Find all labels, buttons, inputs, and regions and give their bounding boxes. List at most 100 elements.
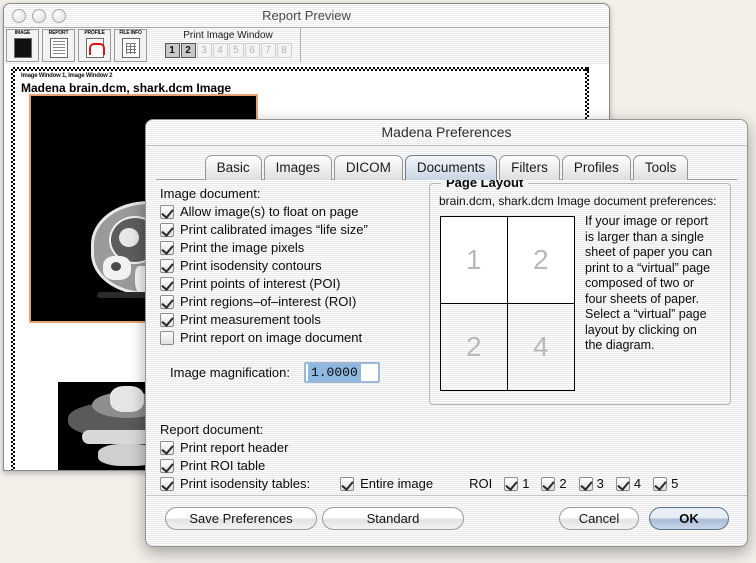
report-document-section: Report document: Print report header Pri… [160, 422, 735, 491]
option-points-of-interest[interactable]: Print points of interest (POI) [160, 276, 418, 291]
label-isodensity-tables: Print isodensity tables: [180, 476, 310, 491]
label-isodensity-contours: Print isodensity contours [180, 258, 322, 273]
checkbox-roi-5[interactable] [653, 477, 667, 491]
option-roi-table[interactable]: Print ROI table [160, 458, 735, 473]
tab-documents[interactable]: Documents [405, 155, 497, 180]
preferences-footer: Save Preferences Standard Cancel OK [146, 495, 747, 546]
checkbox-report-on-image-document[interactable] [160, 331, 174, 345]
label-roi-2: 2 [559, 476, 566, 491]
checkbox-image-pixels[interactable] [160, 241, 174, 255]
checkbox-isodensity-tables[interactable] [160, 477, 174, 491]
label-roi-table: Print ROI table [180, 458, 265, 473]
tab-basic[interactable]: Basic [205, 155, 262, 180]
page-layout-cell-3[interactable]: 2 [441, 304, 508, 391]
ok-button[interactable]: OK [649, 507, 729, 530]
checkbox-roi-2[interactable] [541, 477, 555, 491]
page-button-3[interactable]: 3 [197, 43, 212, 58]
close-button-icon[interactable] [12, 9, 26, 23]
option-report-on-image-document[interactable]: Print report on image document [160, 330, 418, 345]
label-float-on-page: Allow image(s) to float on page [180, 204, 358, 219]
page-button-6[interactable]: 6 [245, 43, 260, 58]
page-layout-cell-4[interactable]: 4 [508, 304, 575, 391]
window-controls[interactable] [12, 9, 66, 23]
page-buttons: 1 2 3 4 5 6 7 8 [156, 43, 300, 58]
page-layout-subtitle: brain.dcm, shark.dcm Image document pref… [439, 194, 716, 208]
preview-titlebar[interactable]: Report Preview [4, 4, 609, 28]
image-document-heading: Image document: [160, 186, 418, 201]
page-button-2[interactable]: 2 [181, 43, 196, 58]
page-navigator-label: Print Image Window [156, 29, 300, 42]
option-measurement-tools[interactable]: Print measurement tools [160, 312, 418, 327]
page-button-8[interactable]: 8 [277, 43, 292, 58]
page-layout-description: If your image or report is larger than a… [585, 214, 713, 354]
toolbar-button-profile[interactable]: PROFILE [78, 29, 111, 62]
option-float-on-page[interactable]: Allow image(s) to float on page [160, 204, 418, 219]
checkbox-points-of-interest[interactable] [160, 277, 174, 291]
sheet-source-line: Image Window 1, Image Window 2 [21, 73, 112, 79]
toolbar-button-file-info-label: FILE INFO [119, 30, 141, 37]
page-button-7[interactable]: 7 [261, 43, 276, 58]
page-button-5[interactable]: 5 [229, 43, 244, 58]
label-entire-image: Entire image [360, 476, 433, 491]
checkbox-roi-3[interactable] [579, 477, 593, 491]
zoom-button-icon[interactable] [52, 9, 66, 23]
page-layout-diagram[interactable]: 1 2 2 4 [440, 216, 575, 391]
cancel-button[interactable]: Cancel [559, 507, 639, 530]
option-image-pixels[interactable]: Print the image pixels [160, 240, 418, 255]
tab-tools[interactable]: Tools [633, 155, 689, 180]
label-image-pixels: Print the image pixels [180, 240, 304, 255]
document-table-icon [122, 38, 140, 58]
minimize-button-icon[interactable] [32, 9, 46, 23]
tab-images[interactable]: Images [264, 155, 332, 180]
sheet-edge-top-icon [11, 67, 589, 71]
option-report-header[interactable]: Print report header [160, 440, 735, 455]
checkbox-measurement-tools[interactable] [160, 313, 174, 327]
tab-profiles[interactable]: Profiles [562, 155, 631, 180]
label-report-header: Print report header [180, 440, 288, 455]
checkbox-calibrated-life-size[interactable] [160, 223, 174, 237]
checkbox-roi-1[interactable] [504, 477, 518, 491]
page-layout-cell-1[interactable]: 1 [441, 217, 508, 304]
roi-checkbox-4-group[interactable]: 4 [616, 476, 641, 491]
label-measurement-tools: Print measurement tools [180, 312, 321, 327]
tab-filters[interactable]: Filters [499, 155, 560, 180]
roi-checkbox-2-group[interactable]: 2 [541, 476, 566, 491]
toolbar-button-image[interactable]: IMAGE [6, 29, 39, 62]
checkbox-roi-4[interactable] [616, 477, 630, 491]
image-magnification-input[interactable]: 1.0000 [304, 362, 380, 383]
preview-toolbar: IMAGE REPORT PROFILE FILE INFO Print Ima… [4, 28, 609, 65]
option-isodensity-contours[interactable]: Print isodensity contours [160, 258, 418, 273]
checkbox-isodensity-contours[interactable] [160, 259, 174, 273]
preview-window-title: Report Preview [4, 4, 609, 27]
image-magnification-row: Image magnification: 1.0000 [170, 362, 418, 383]
toolbar-button-file-info[interactable]: FILE INFO [114, 29, 147, 62]
madena-preferences-dialog[interactable]: Madena Preferences Basic Images DICOM Do… [145, 119, 748, 547]
page-layout-cell-2[interactable]: 2 [508, 217, 575, 304]
option-regions-of-interest[interactable]: Print regions–of–interest (ROI) [160, 294, 418, 309]
roi-checkbox-3-group[interactable]: 3 [579, 476, 604, 491]
checkbox-entire-image[interactable] [340, 477, 354, 491]
page-button-1[interactable]: 1 [165, 43, 180, 58]
label-report-on-image-document: Print report on image document [180, 330, 362, 345]
toolbar-button-report-label: REPORT [49, 30, 69, 37]
checkbox-report-header[interactable] [160, 441, 174, 455]
preferences-tabstrip: Basic Images DICOM Documents Filters Pro… [146, 154, 747, 180]
label-points-of-interest: Print points of interest (POI) [180, 276, 340, 291]
profile-curve-icon [86, 38, 104, 58]
checkbox-regions-of-interest[interactable] [160, 295, 174, 309]
standard-button[interactable]: Standard [322, 507, 464, 530]
label-calibrated-life-size: Print calibrated images “life size” [180, 222, 368, 237]
roi-checkbox-5-group[interactable]: 5 [653, 476, 678, 491]
tab-dicom[interactable]: DICOM [334, 155, 403, 180]
image-magnification-value[interactable]: 1.0000 [308, 364, 361, 381]
roi-checkbox-1-group[interactable]: 1 [504, 476, 529, 491]
label-roi-1: 1 [522, 476, 529, 491]
report-document-heading: Report document: [160, 422, 735, 437]
save-preferences-button[interactable]: Save Preferences [165, 507, 317, 530]
page-button-4[interactable]: 4 [213, 43, 228, 58]
option-calibrated-life-size[interactable]: Print calibrated images “life size” [160, 222, 418, 237]
checkbox-roi-table[interactable] [160, 459, 174, 473]
preferences-title: Madena Preferences [146, 120, 747, 146]
checkbox-float-on-page[interactable] [160, 205, 174, 219]
toolbar-button-report[interactable]: REPORT [42, 29, 75, 62]
